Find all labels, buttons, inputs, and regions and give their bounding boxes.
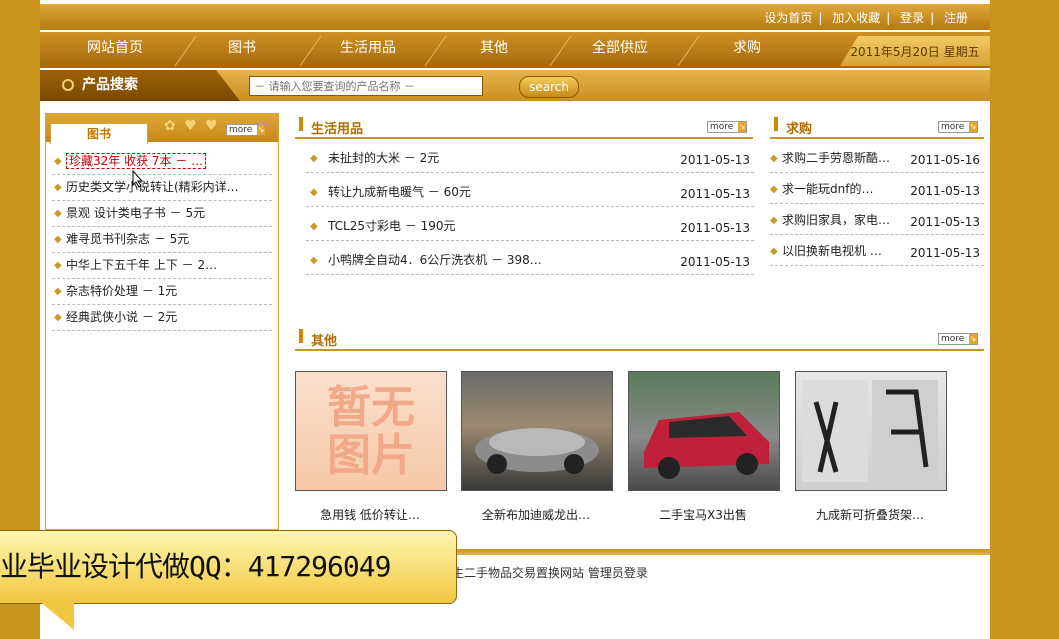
current-date: 2011年5月20日 星期五 xyxy=(840,36,990,66)
books-panel: 图书 ✿ ♥ ♥ more ↘ ◆ 珍藏32年 收获 7本 － … ◆ 历史类文学小说… xyxy=(45,113,279,530)
no-image-placeholder: 暂无 图片 xyxy=(296,372,446,490)
section-marker-icon xyxy=(299,329,303,343)
list-item[interactable]: ◆ 历史类文学小说转让(精彩内详… xyxy=(52,175,272,201)
wanted-row[interactable]: ◆ 求购旧家具，家电… 2011-05-13 xyxy=(770,207,984,235)
books-more-button[interactable]: more ↘ xyxy=(226,124,266,136)
mouse-cursor-icon xyxy=(132,170,144,188)
nav-living[interactable]: 生活用品 xyxy=(308,32,428,68)
top-bar: 设为首页 | 加入收藏 | 登录 | 注册 xyxy=(40,4,990,30)
bullet-icon: ◆ xyxy=(54,312,62,323)
other-more-button[interactable]: more ↘ xyxy=(938,333,978,345)
living-section-header: 生活用品 more ↘ xyxy=(295,113,753,139)
top-links: 设为首页 | 加入收藏 | 登录 | 注册 xyxy=(764,9,968,26)
car-icon xyxy=(644,412,769,479)
ad-overlay-text: 业毕业设计代做QQ：417296049 xyxy=(0,550,391,583)
login-link[interactable]: 登录 xyxy=(900,9,924,26)
books-tab[interactable]: 图书 xyxy=(50,123,148,144)
search-label-text: 产品搜索 xyxy=(82,77,138,93)
arrow-icon: ↘ xyxy=(738,122,746,132)
bullet-icon: ◆ xyxy=(310,255,318,266)
search-button[interactable]: search xyxy=(519,76,579,98)
other-section-header: 其他 more ↘ xyxy=(295,325,984,351)
search-bar: 产品搜索 search xyxy=(40,70,990,101)
product-thumbnail[interactable] xyxy=(461,371,613,491)
list-item[interactable]: ◆ 珍藏32年 收获 7本 － … xyxy=(52,149,272,175)
living-row[interactable]: ◆ TCL25寸彩电 － 190元 2011-05-13 xyxy=(306,213,754,241)
wanted-more-button[interactable]: more ↘ xyxy=(938,121,978,133)
section-marker-icon xyxy=(299,117,303,131)
nav-all-supply[interactable]: 全部供应 xyxy=(560,32,680,68)
list-item[interactable]: ◆ 难寻觅书刊杂志 － 5元 xyxy=(52,227,272,253)
bullet-icon: ◆ xyxy=(770,246,778,257)
search-label: 产品搜索 xyxy=(40,70,240,101)
books-panel-header: 图书 ✿ ♥ ♥ more ↘ xyxy=(46,114,278,144)
nav-wanted[interactable]: 求购 xyxy=(687,32,807,68)
footer-text[interactable]: 生二手物品交易置换网站 管理员登录 xyxy=(452,564,648,581)
list-item[interactable]: ◆ 经典武侠小说 － 2元 xyxy=(52,305,272,331)
bubble-tail xyxy=(38,600,74,630)
wanted-section-header: 求购 more ↘ xyxy=(770,113,984,139)
car-photo xyxy=(462,372,612,490)
list-item[interactable]: ◆ 景观 设计类电子书 － 5元 xyxy=(52,201,272,227)
ad-overlay-bubble: 业毕业设计代做QQ：417296049 xyxy=(0,530,457,604)
car-photo xyxy=(629,372,779,490)
arrow-icon: ↘ xyxy=(969,334,977,344)
bullet-icon: ◆ xyxy=(770,184,778,195)
bullet-icon: ◆ xyxy=(54,286,62,297)
rack-icon xyxy=(802,380,938,482)
search-input[interactable] xyxy=(249,76,483,96)
living-section-title[interactable]: 生活用品 xyxy=(311,118,363,137)
main-nav: 网站首页 图书 生活用品 其他 全部供应 求购 2011年5月20日 星期五 xyxy=(40,32,990,68)
product-thumbnail[interactable]: 暂无 图片 xyxy=(295,371,447,491)
living-row[interactable]: ◆ 转让九成新电暖气 － 60元 2011-05-13 xyxy=(306,179,754,207)
product-caption[interactable]: 二手宝马X3出售 xyxy=(628,506,778,523)
living-more-button[interactable]: more ↘ xyxy=(707,121,747,133)
wanted-row[interactable]: ◆ 求购二手劳恩斯酷… 2011-05-16 xyxy=(770,145,984,173)
register-link[interactable]: 注册 xyxy=(944,9,968,26)
wanted-row[interactable]: ◆ 求一能玩dnf的… 2011-05-13 xyxy=(770,176,984,204)
circle-icon xyxy=(62,79,74,91)
set-homepage-link[interactable]: 设为首页 xyxy=(764,9,812,26)
decorative-hearts-icon: ✿ ♥ ♥ xyxy=(164,118,220,134)
product-thumbnail[interactable] xyxy=(795,371,947,491)
bullet-icon: ◆ xyxy=(310,187,318,198)
list-item[interactable]: ◆ 杂志特价处理 － 1元 xyxy=(52,279,272,305)
section-marker-icon xyxy=(774,117,778,131)
wanted-section-title[interactable]: 求购 xyxy=(786,118,812,137)
bullet-icon: ◆ xyxy=(54,260,62,271)
bullet-icon: ◆ xyxy=(54,234,62,245)
living-row[interactable]: ◆ 小鸭牌全自动4．6公斤洗衣机 － 398… 2011-05-13 xyxy=(306,247,754,275)
other-section-title[interactable]: 其他 xyxy=(311,330,337,349)
bullet-icon: ◆ xyxy=(54,156,62,167)
bullet-icon: ◆ xyxy=(770,153,778,164)
product-thumbnail[interactable] xyxy=(628,371,780,491)
wanted-row[interactable]: ◆ 以旧换新电视机 … 2011-05-13 xyxy=(770,238,984,266)
nav-other[interactable]: 其他 xyxy=(434,32,554,68)
car-icon xyxy=(475,428,599,474)
add-favorite-link[interactable]: 加入收藏 xyxy=(832,9,880,26)
bullet-icon: ◆ xyxy=(54,208,62,219)
nav-home[interactable]: 网站首页 xyxy=(55,32,175,68)
bullet-icon: ◆ xyxy=(770,215,778,226)
bullet-icon: ◆ xyxy=(54,182,62,193)
arrow-icon: ↘ xyxy=(257,125,265,135)
rack-photo xyxy=(796,372,946,490)
product-caption[interactable]: 九成新可折叠货架… xyxy=(795,506,945,523)
product-caption[interactable]: 急用钱 低价转让… xyxy=(295,506,445,523)
nav-books[interactable]: 图书 xyxy=(182,32,302,68)
bullet-icon: ◆ xyxy=(310,221,318,232)
product-caption[interactable]: 全新布加迪威龙出… xyxy=(461,506,611,523)
living-row[interactable]: ◆ 未扯封的大米 － 2元 2011-05-13 xyxy=(306,145,754,173)
bullet-icon: ◆ xyxy=(310,153,318,164)
list-item[interactable]: ◆ 中华上下五千年 上下 － 2… xyxy=(52,253,272,279)
books-list: ◆ 珍藏32年 收获 7本 － … ◆ 历史类文学小说转让(精彩内详… ◆ 景观 设计… xyxy=(52,149,272,331)
arrow-icon: ↘ xyxy=(969,122,977,132)
